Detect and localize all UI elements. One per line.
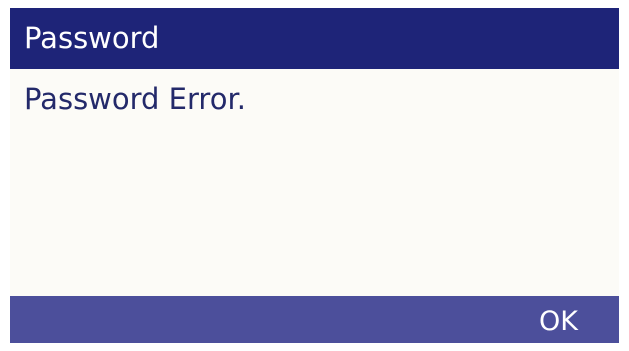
phone-display-screen: Password Password Error. OK [0,0,629,351]
ok-softkey-label: OK [539,306,578,337]
dialog-title: Password [24,21,160,55]
error-message: Password Error. [24,82,246,116]
title-bar: Password [10,8,619,69]
softkey-bar: OK [10,296,619,343]
ok-softkey[interactable]: OK [467,296,619,343]
message-area: Password Error. [10,69,619,296]
